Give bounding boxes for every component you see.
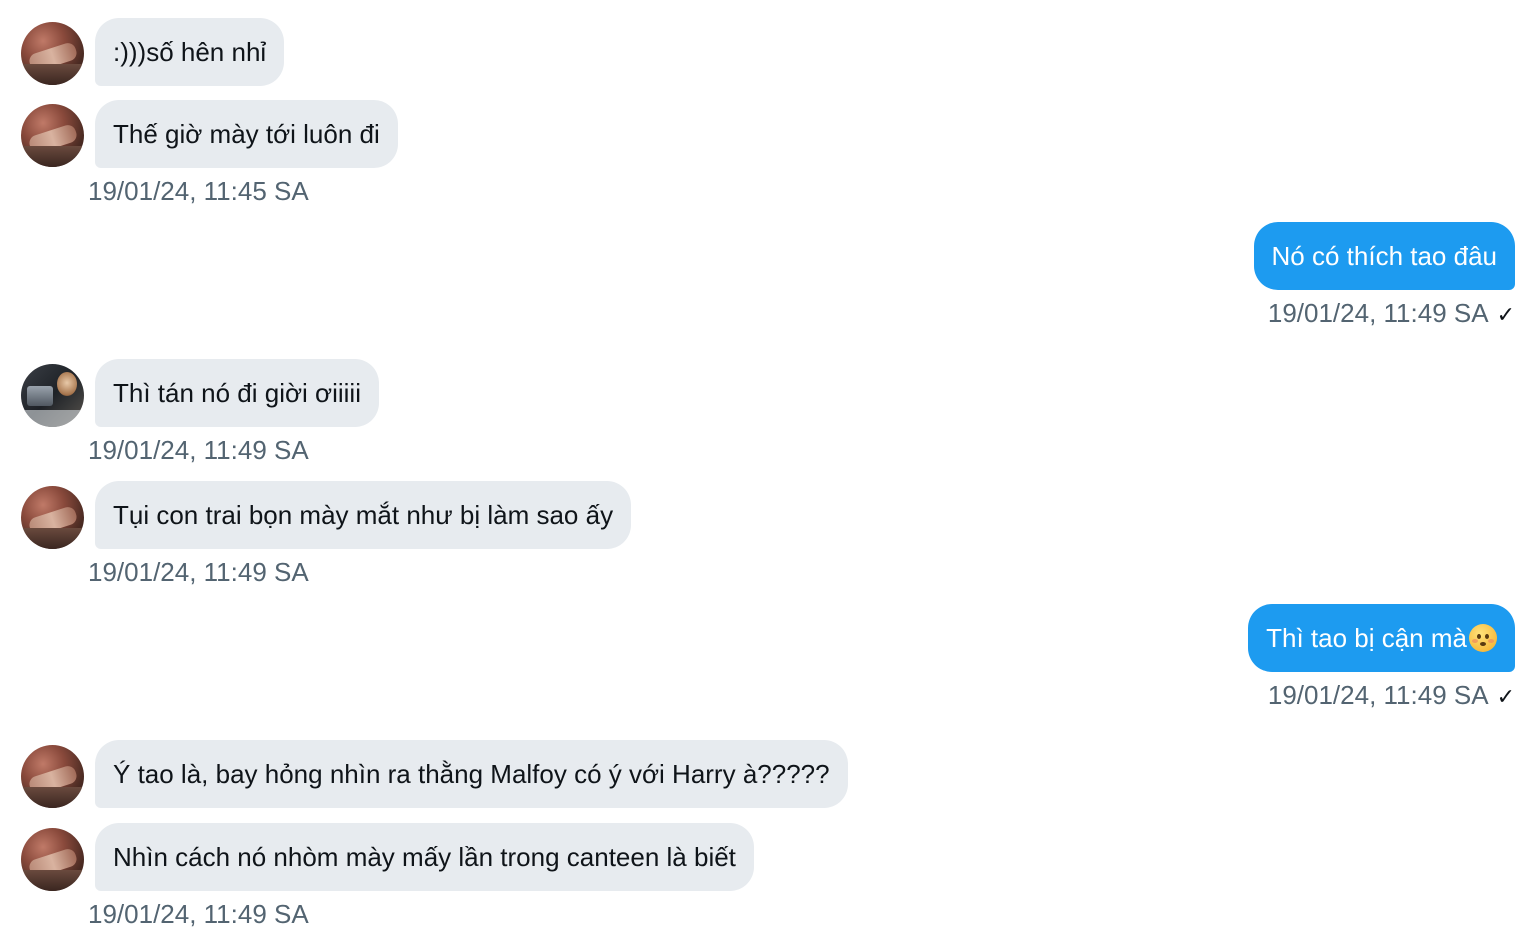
incoming-message-bubble[interactable]: Thế giờ mày tới luôn đi: [95, 100, 398, 168]
incoming-message-bubble[interactable]: Ý tao là, bay hỏng nhìn ra thằng Malfoy …: [95, 740, 848, 808]
message-timestamp-row: 19/01/24, 11:49 SA ✓: [1268, 298, 1515, 329]
message-timestamp: 19/01/24, 11:49 SA: [88, 435, 309, 465]
incoming-message-bubble[interactable]: Tụi con trai bọn mày mắt như bị làm sao …: [95, 481, 632, 549]
sender-avatar[interactable]: [21, 22, 84, 85]
message-timestamp: 19/01/24, 11:45 SA: [88, 176, 309, 206]
message-timestamp: 19/01/24, 11:49 SA: [1267, 298, 1489, 328]
outgoing-message-bubble[interactable]: Thì tao bị cận mà: [1248, 604, 1515, 672]
sender-avatar[interactable]: [21, 486, 84, 549]
message-timestamp: 19/01/24, 11:49 SA: [88, 899, 309, 929]
sender-avatar[interactable]: [21, 828, 84, 891]
sender-avatar[interactable]: [21, 364, 84, 427]
message-timestamp-row: 19/01/24, 11:49 SA ✓: [1268, 680, 1515, 711]
incoming-message-bubble[interactable]: Nhìn cách nó nhòm mày mấy lần trong cant…: [95, 823, 754, 891]
sender-avatar[interactable]: [21, 104, 84, 167]
incoming-message-bubble[interactable]: :)))số hên nhỉ: [95, 18, 285, 86]
incoming-message-bubble[interactable]: Thì tán nó đi giời ơiiiii: [95, 359, 379, 427]
sender-avatar[interactable]: [21, 745, 84, 808]
outgoing-message-bubble[interactable]: Nó có thích tao đâu: [1253, 222, 1515, 290]
message-timestamp: 19/01/24, 11:49 SA: [88, 557, 309, 587]
message-text: Thì tao bị cận mà: [1266, 623, 1467, 653]
sent-check-icon: ✓: [1496, 685, 1515, 710]
sent-check-icon: ✓: [1496, 303, 1515, 328]
message-timestamp: 19/01/24, 11:49 SA: [1267, 680, 1489, 710]
flushed-face-emoji-icon: [1469, 624, 1497, 652]
